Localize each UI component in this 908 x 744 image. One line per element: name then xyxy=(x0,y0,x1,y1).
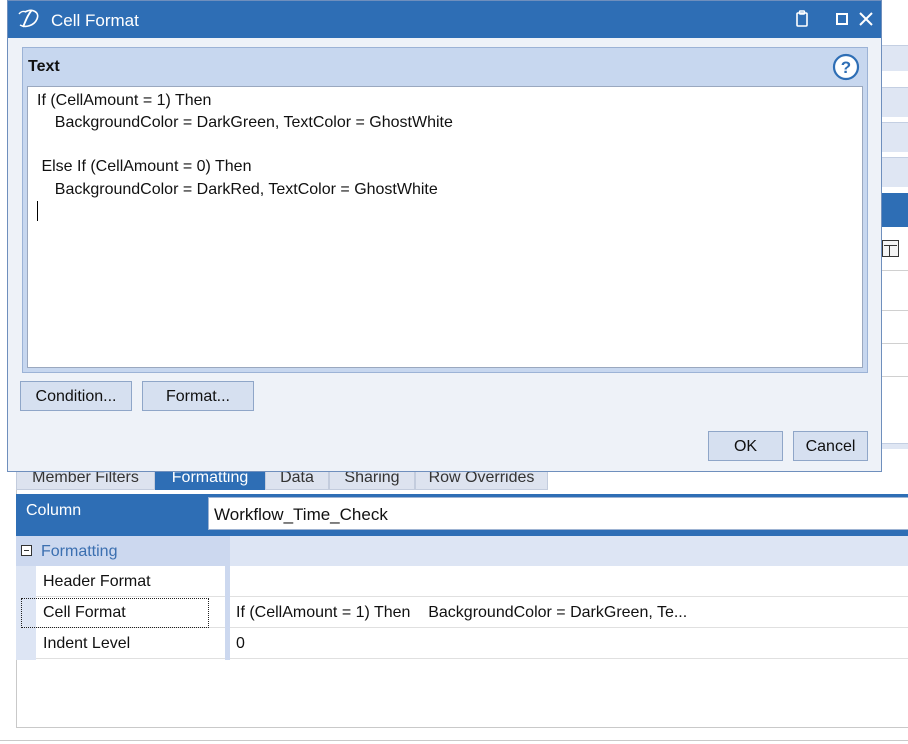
ok-button[interactable]: OK xyxy=(708,431,783,461)
clipboard-icon[interactable] xyxy=(790,7,814,31)
background-field xyxy=(882,443,908,449)
grid-row-header-format[interactable]: Header Format xyxy=(36,566,908,597)
collapse-icon[interactable] xyxy=(21,545,32,556)
editor-line: BackgroundColor = DarkGreen, TextColor =… xyxy=(37,114,453,131)
format-text-editor[interactable]: If (CellAmount = 1) Then BackgroundColor… xyxy=(27,86,863,368)
column-label: Column xyxy=(26,502,82,519)
cancel-button[interactable]: Cancel xyxy=(793,431,868,461)
focus-rectangle xyxy=(21,598,209,628)
column-bar: Column Workflow_Time_Check xyxy=(16,494,908,536)
background-divider xyxy=(882,376,908,377)
condition-button[interactable]: Condition... xyxy=(20,381,132,411)
background-divider xyxy=(882,343,908,344)
format-button[interactable]: Format... xyxy=(142,381,254,411)
close-icon[interactable] xyxy=(854,7,878,31)
background-field xyxy=(882,87,908,117)
background-field xyxy=(882,45,908,71)
help-symbol: ? xyxy=(841,58,851,77)
column-value-field[interactable]: Workflow_Time_Check xyxy=(208,497,908,530)
grid-icon xyxy=(882,240,899,257)
background-field xyxy=(882,122,908,152)
help-icon[interactable]: ? xyxy=(832,53,860,81)
editor-line: BackgroundColor = DarkRed, TextColor = G… xyxy=(37,181,438,198)
dialog-title: Cell Format xyxy=(51,11,139,30)
grid-row-value[interactable]: 0 xyxy=(236,628,245,660)
background-header-bar xyxy=(882,193,908,227)
grid-row-name: Indent Level xyxy=(43,635,131,652)
grid-splitter[interactable] xyxy=(225,536,230,660)
editor-line: Else If (CellAmount = 0) Then xyxy=(37,158,252,175)
text-group-label: Text xyxy=(28,58,60,75)
background-divider xyxy=(0,740,908,741)
grid-category-label: Formatting xyxy=(41,543,118,560)
grid-row-value[interactable]: If (CellAmount = 1) Then BackgroundColor… xyxy=(236,597,687,629)
background-divider xyxy=(882,270,908,271)
grid-category-header: Formatting xyxy=(16,536,228,566)
editor-line: If (CellAmount = 1) Then xyxy=(37,92,212,109)
background-divider xyxy=(882,310,908,311)
background-field xyxy=(882,157,908,187)
maximize-icon[interactable] xyxy=(830,7,854,31)
app-logo-icon xyxy=(18,9,39,28)
cell-format-dialog: Cell Format Text ? If (CellAmount = 1) T… xyxy=(7,0,882,472)
text-group: Text ? If (CellAmount = 1) Then Backgrou… xyxy=(22,47,868,373)
grid-row-name: Header Format xyxy=(43,573,151,590)
text-caret xyxy=(37,201,38,221)
grid-row-indent-level[interactable]: Indent Level 0 xyxy=(36,628,908,659)
dialog-titlebar[interactable]: Cell Format xyxy=(8,1,881,38)
